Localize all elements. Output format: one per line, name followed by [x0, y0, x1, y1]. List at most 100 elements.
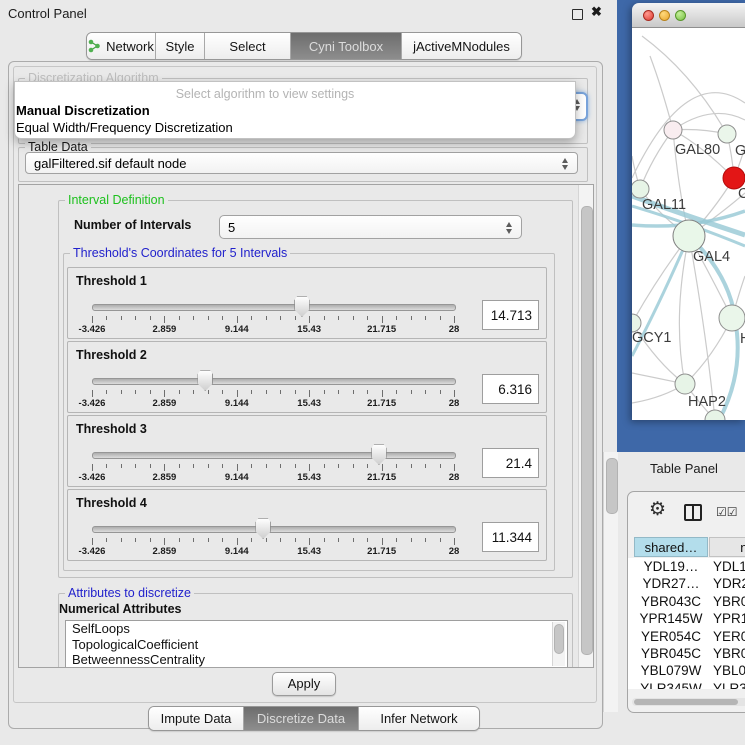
- tab-infer-network[interactable]: Infer Network: [358, 707, 479, 730]
- toolbox-tab-bar: NetworkStyleSelectCyni ToolboxjActiveMNo…: [86, 32, 522, 60]
- threshold-slider-thumb[interactable]: [255, 518, 271, 539]
- tab-network[interactable]: Network: [87, 33, 155, 59]
- network-node[interactable]: [675, 374, 695, 394]
- cell-name[interactable]: YPR1: [713, 610, 745, 627]
- table-hscrollbar-thumb[interactable]: [634, 699, 738, 705]
- table-row[interactable]: YLR345W YLR3: [628, 680, 745, 689]
- divider-scrollbar-track[interactable]: [603, 452, 619, 712]
- tick-label: 9.144: [215, 398, 259, 409]
- threshold-value-field[interactable]: 11.344: [482, 522, 539, 552]
- network-edge[interactable]: [640, 130, 673, 189]
- close-panel-icon[interactable]: ✖: [591, 4, 602, 20]
- settings-scrollbar-track[interactable]: [578, 185, 594, 667]
- table-row[interactable]: YBL079W YBL0: [628, 662, 745, 679]
- cell-shared-name[interactable]: YDR27…: [634, 575, 708, 592]
- settings-scrollbar-thumb[interactable]: [581, 206, 593, 655]
- cell-name[interactable]: YLR3: [713, 680, 745, 689]
- cell-shared-name[interactable]: YLR345W: [634, 680, 708, 689]
- attribute-list-item[interactable]: TopologicalCoefficient: [66, 637, 567, 653]
- table-rows[interactable]: YDL19…YDL1YDR27…YDR2YBR043CYBR0YPR145WYP…: [628, 558, 745, 689]
- tab-jactivemnodules[interactable]: jActiveMNodules: [401, 33, 521, 59]
- minor-tick: [411, 538, 412, 542]
- attribute-list-item[interactable]: SelfLoops: [66, 621, 567, 637]
- tick-label: -3.426: [70, 398, 114, 409]
- tab-style[interactable]: Style: [155, 33, 204, 59]
- table-row[interactable]: YBR045C YBR0: [628, 645, 745, 662]
- cell-shared-name[interactable]: YBL079W: [634, 662, 708, 679]
- cell-name[interactable]: YDR2: [713, 575, 745, 592]
- network-node[interactable]: [719, 305, 745, 331]
- minor-tick: [440, 316, 441, 320]
- algorithm-option-manual[interactable]: Manual Discretization: [16, 103, 150, 118]
- network-canvas[interactable]: GAL80GACGAL11GAL4GCY1HHAP2: [632, 28, 745, 420]
- numerical-attributes-list[interactable]: SelfLoopsTopologicalCoefficientBetweenne…: [65, 620, 568, 668]
- table-header-name[interactable]: name: [709, 537, 745, 557]
- tick-label: 28: [432, 472, 476, 483]
- cell-shared-name[interactable]: YER054C: [634, 628, 708, 645]
- threshold-value-field[interactable]: 21.4: [482, 448, 539, 478]
- threshold-slider-thumb[interactable]: [371, 444, 387, 465]
- table-data-combo-value: galFiltered.sif default node: [34, 156, 186, 171]
- attribute-list-item[interactable]: BetweennessCentrality: [66, 652, 567, 668]
- cell-name[interactable]: YER0: [713, 628, 745, 645]
- tab-select[interactable]: Select: [204, 33, 290, 59]
- table-row[interactable]: YDR27… YDR2: [628, 575, 745, 592]
- table-row[interactable]: YBR043C YBR0: [628, 593, 745, 610]
- column-layout-icon[interactable]: [684, 504, 702, 521]
- cell-shared-name[interactable]: YBR045C: [634, 645, 708, 662]
- table-header-shared-name[interactable]: shared…: [634, 537, 708, 557]
- minor-tick: [425, 464, 426, 468]
- table-data-combo[interactable]: galFiltered.sif default node: [25, 152, 578, 174]
- network-window-titlebar[interactable]: [632, 3, 745, 28]
- apply-button[interactable]: Apply: [272, 672, 336, 696]
- float-window-icon[interactable]: [572, 9, 583, 20]
- threshold-slider-thumb[interactable]: [197, 370, 213, 391]
- threshold-slider-track[interactable]: [92, 378, 456, 385]
- threshold-slider-thumb[interactable]: [294, 296, 310, 317]
- close-window-icon[interactable]: [643, 10, 654, 21]
- attributes-scrollbar-track[interactable]: [552, 622, 565, 666]
- network-node[interactable]: [664, 121, 682, 139]
- cell-shared-name[interactable]: YDL19…: [634, 558, 708, 575]
- cell-name[interactable]: YBR0: [713, 593, 745, 610]
- minor-tick: [193, 316, 194, 320]
- network-node-label: GAL11: [642, 197, 686, 213]
- tab-cyni-toolbox[interactable]: Cyni Toolbox: [290, 33, 401, 59]
- table-row[interactable]: YDL19… YDL1: [628, 558, 745, 575]
- network-node[interactable]: [673, 220, 705, 252]
- zoom-window-icon[interactable]: [675, 10, 686, 21]
- network-edge[interactable]: [673, 113, 745, 130]
- tab-impute-data[interactable]: Impute Data: [149, 707, 243, 730]
- network-node[interactable]: [718, 125, 736, 143]
- cell-shared-name[interactable]: YBR043C: [634, 593, 708, 610]
- network-edge[interactable]: [642, 36, 727, 134]
- cell-name[interactable]: YDL1: [713, 558, 745, 575]
- cell-name[interactable]: YBR0: [713, 645, 745, 662]
- table-row[interactable]: YER054C YER0: [628, 628, 745, 645]
- network-edge[interactable]: [650, 56, 673, 130]
- attributes-scrollbar-thumb[interactable]: [554, 624, 564, 654]
- checkbox-filter-icons[interactable]: ☑☑: [716, 505, 738, 519]
- cell-shared-name[interactable]: YPR145W: [634, 610, 708, 627]
- table-row[interactable]: YPR145W YPR1: [628, 610, 745, 627]
- major-tick: [309, 316, 310, 323]
- gear-icon[interactable]: ⚙: [649, 498, 666, 521]
- minor-tick: [179, 464, 180, 468]
- minimize-window-icon[interactable]: [659, 10, 670, 21]
- tick-label: 15.43: [287, 472, 331, 483]
- cell-name[interactable]: YBL0: [713, 662, 745, 679]
- num-intervals-combo[interactable]: 5: [219, 215, 522, 239]
- threshold-slider-track[interactable]: [92, 526, 456, 533]
- threshold-slider-track[interactable]: [92, 452, 456, 459]
- divider-scrollbar-thumb[interactable]: [606, 458, 618, 514]
- tab-discretize-data[interactable]: Discretize Data: [243, 707, 358, 730]
- threshold-value-field[interactable]: 6.316: [482, 374, 539, 404]
- threshold-slider-track[interactable]: [92, 304, 456, 311]
- network-node-label: H: [740, 331, 745, 347]
- minor-tick: [121, 316, 122, 320]
- network-node[interactable]: [632, 180, 649, 198]
- table-hscrollbar-track[interactable]: [632, 698, 745, 706]
- algorithm-option-equal-width[interactable]: Equal Width/Frequency Discretization: [16, 120, 233, 135]
- threshold-value-field[interactable]: 14.713: [482, 300, 539, 330]
- minor-tick: [251, 316, 252, 320]
